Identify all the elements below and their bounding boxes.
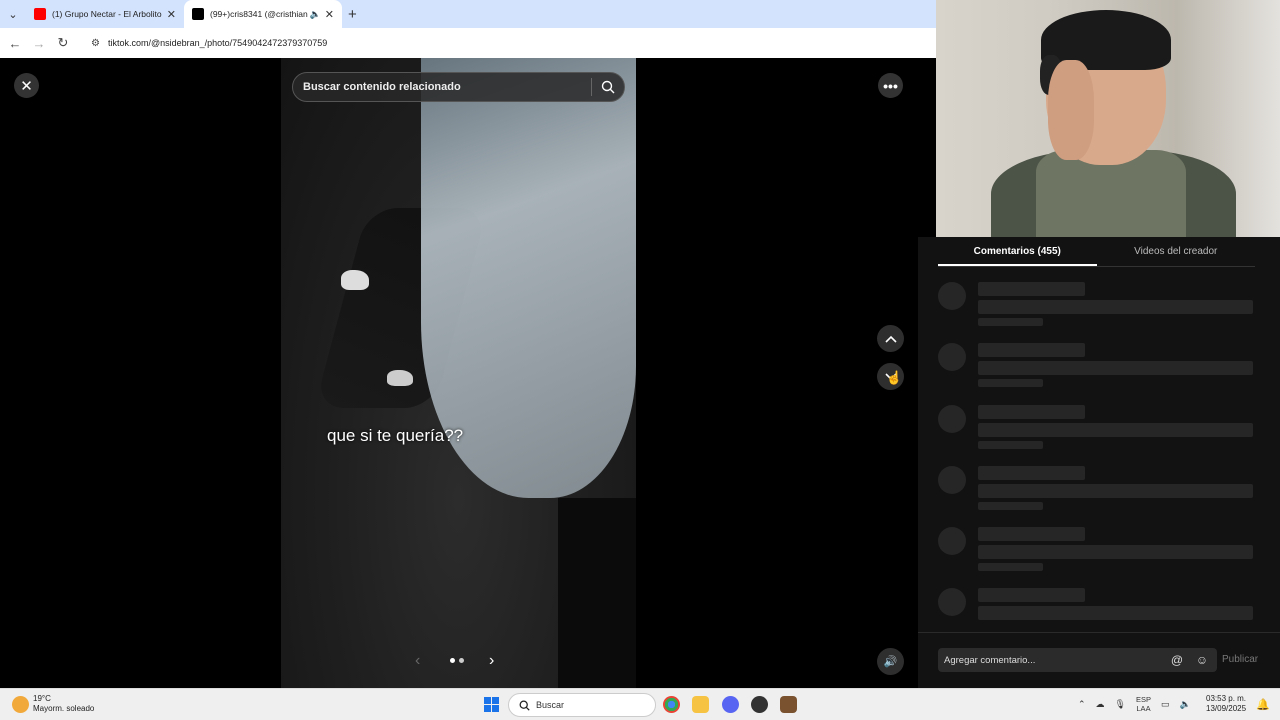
comments-tabs: Comentarios (455) Videos del creador bbox=[938, 237, 1255, 267]
minecraft-icon[interactable] bbox=[780, 696, 797, 713]
discord-icon[interactable] bbox=[722, 696, 739, 713]
back-icon[interactable]: ← bbox=[3, 36, 27, 51]
close-button[interactable]: ✕ bbox=[14, 73, 39, 98]
site-info-icon[interactable]: ⚙ bbox=[91, 38, 100, 49]
photo-shoe-shape bbox=[341, 270, 369, 290]
lang-bottom: LAA bbox=[1136, 704, 1151, 713]
weather-widget[interactable]: 19°C Mayorm. soleado bbox=[12, 694, 94, 714]
file-explorer-icon[interactable] bbox=[692, 696, 709, 713]
language-indicator[interactable]: ESP LAA bbox=[1136, 695, 1151, 713]
more-options-button[interactable]: ••• bbox=[878, 73, 903, 98]
url-field[interactable]: ⚙ tiktok.com/@nsidebran_/photo/754904247… bbox=[81, 32, 337, 54]
cloud-icon[interactable]: ☁ bbox=[1096, 699, 1105, 710]
related-search-input[interactable] bbox=[303, 81, 591, 93]
photo-viewer: ✕ que si te quería?? ‹ › ••• ☝ 🔊 bbox=[0, 58, 918, 688]
webcam-hand-shape bbox=[1048, 60, 1094, 160]
slide-dot[interactable] bbox=[459, 658, 464, 663]
previous-post-button[interactable] bbox=[877, 325, 904, 352]
chevron-up-icon bbox=[884, 335, 897, 343]
windows-taskbar: 19°C Mayorm. soleado ⌃ ☁ 🎙 ESP LAA ▭ 🔈 0… bbox=[0, 688, 1280, 720]
clock[interactable]: 03:53 p. m. 13/09/2025 bbox=[1206, 694, 1246, 714]
tiktok-icon bbox=[192, 8, 204, 20]
chevron-up-icon[interactable]: ⌃ bbox=[1078, 699, 1086, 710]
slide-indicator bbox=[450, 658, 464, 663]
next-slide-icon[interactable]: › bbox=[489, 652, 494, 670]
tab-comments[interactable]: Comentarios (455) bbox=[938, 237, 1097, 266]
weather-temp: 19°C bbox=[33, 694, 51, 703]
tab-close-icon[interactable]: ✕ bbox=[325, 8, 334, 21]
comments-panel: Comentarios (455) Videos del creador @ ☺… bbox=[918, 237, 1280, 688]
photo-caption: que si te quería?? bbox=[327, 426, 464, 445]
clock-time: 03:53 p. m. bbox=[1206, 694, 1247, 703]
close-icon: ✕ bbox=[20, 77, 33, 95]
youtube-icon bbox=[34, 8, 46, 20]
comment-box: @ ☺ bbox=[938, 648, 1217, 672]
emoji-icon[interactable]: ☺ bbox=[1192, 650, 1212, 670]
tab-search-menu-button[interactable]: ⌄ bbox=[0, 0, 26, 28]
photo-shoe-shape bbox=[387, 370, 413, 386]
volume-icon[interactable]: 🔈 bbox=[1180, 699, 1191, 710]
volume-button[interactable]: 🔊 bbox=[877, 648, 904, 675]
post-photo[interactable] bbox=[281, 58, 636, 688]
url-text: tiktok.com/@nsidebran_/photo/75490424723… bbox=[107, 38, 328, 48]
tab-tiktok[interactable]: (99+)cris8341 (@cristhian8 🔈 ✕ bbox=[184, 0, 342, 28]
tab-creator-videos[interactable]: Videos del creador bbox=[1097, 237, 1256, 266]
search-icon bbox=[519, 700, 530, 711]
forward-icon[interactable]: → bbox=[27, 36, 51, 51]
taskbar-search[interactable] bbox=[508, 693, 656, 717]
weather-desc: Mayorm. soleado bbox=[33, 704, 95, 713]
ellipsis-icon: ••• bbox=[883, 77, 898, 94]
microphone-icon[interactable]: 🎙 bbox=[1115, 699, 1126, 710]
system-tray: ⌃ ☁ 🎙 ESP LAA ▭ 🔈 bbox=[1078, 695, 1191, 713]
tab-label: (99+)cris8341 (@cristhian8 bbox=[210, 9, 308, 19]
lang-top: ESP bbox=[1135, 695, 1151, 704]
volume-icon: 🔊 bbox=[883, 656, 898, 668]
webcam-overlay bbox=[936, 0, 1280, 237]
comment-input[interactable] bbox=[944, 654, 1167, 666]
sun-icon bbox=[12, 695, 29, 713]
prev-slide-icon[interactable]: ‹ bbox=[415, 652, 420, 670]
tab-close-icon[interactable]: ✕ bbox=[167, 8, 176, 21]
new-tab-button[interactable]: + bbox=[348, 6, 357, 23]
app-icon[interactable] bbox=[751, 696, 768, 713]
panel-divider bbox=[918, 632, 1280, 633]
start-icon[interactable] bbox=[484, 697, 499, 712]
chrome-icon[interactable] bbox=[663, 696, 680, 713]
slide-dot[interactable] bbox=[450, 658, 455, 663]
clock-date: 13/09/2025 bbox=[1206, 704, 1247, 713]
hand-cursor-icon: ☝ bbox=[886, 370, 903, 385]
related-search-box bbox=[292, 72, 625, 102]
speaker-icon[interactable]: 🔈 bbox=[310, 9, 321, 20]
network-icon[interactable]: ▭ bbox=[1161, 699, 1170, 710]
search-icon[interactable] bbox=[592, 80, 624, 94]
tab-grupo-nectar[interactable]: (1) Grupo Nectar - El Arbolito ✕ bbox=[26, 0, 184, 28]
tab-label: (1) Grupo Nectar - El Arbolito bbox=[52, 9, 162, 19]
address-bar-row: ← → ↻ ⚙ tiktok.com/@nsidebran_/photo/754… bbox=[0, 28, 936, 58]
reload-icon[interactable]: ↻ bbox=[51, 35, 75, 51]
mention-icon[interactable]: @ bbox=[1167, 650, 1187, 670]
taskbar-search-input[interactable] bbox=[536, 700, 626, 710]
publish-button[interactable]: Publicar bbox=[1222, 654, 1258, 665]
photo-shadow-shape bbox=[558, 498, 636, 688]
notification-icon[interactable]: 🔔 bbox=[1256, 698, 1270, 711]
browser-tabbar: ⌄ (1) Grupo Nectar - El Arbolito ✕ (99+)… bbox=[0, 0, 936, 28]
